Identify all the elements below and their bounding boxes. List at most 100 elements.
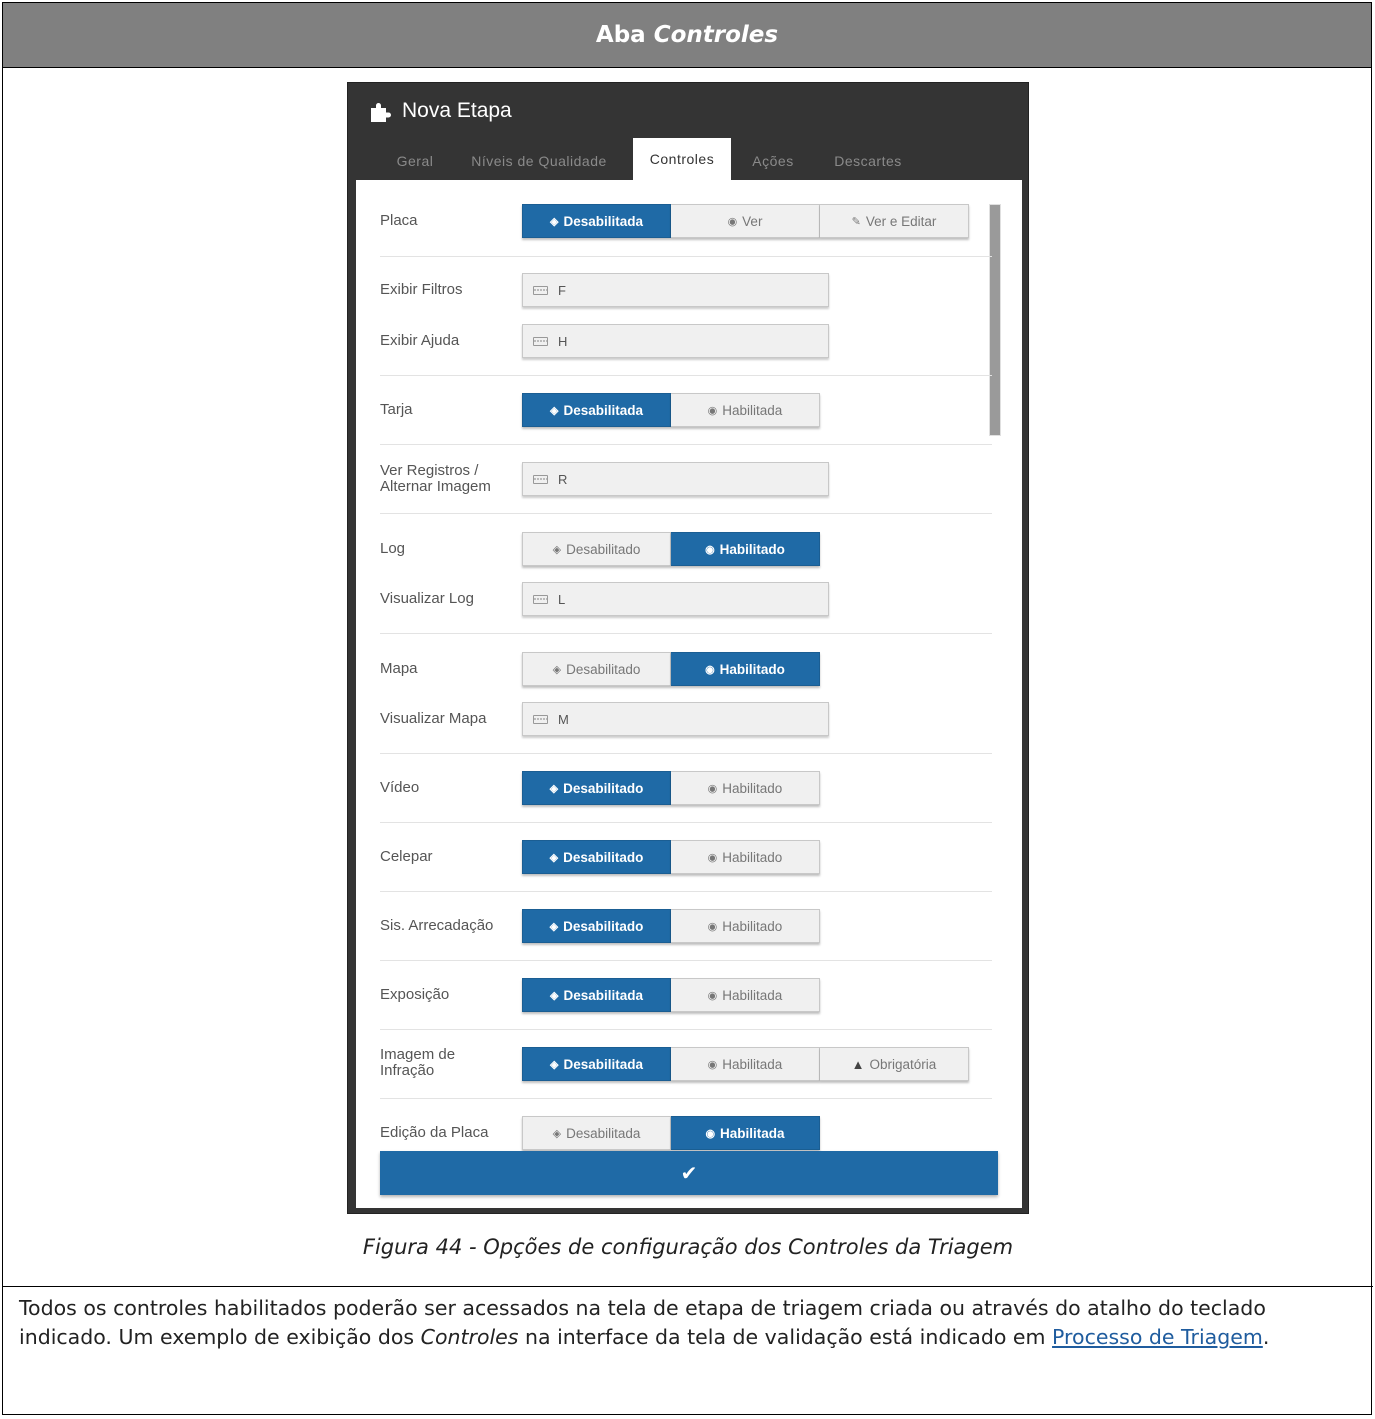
warning-icon: ▲ <box>851 1056 865 1072</box>
eye-icon: ◉ <box>705 1127 716 1140</box>
placa-option-ver-editar[interactable]: ✎ Ver e Editar <box>820 204 969 238</box>
divider <box>380 256 992 257</box>
divider <box>380 753 992 754</box>
keyboard-icon <box>533 474 548 484</box>
tab-descartes[interactable]: Descartes <box>820 138 916 180</box>
section-header: Aba Controles <box>3 3 1371 68</box>
celepar-label: Celepar <box>380 848 433 865</box>
mapa-option-habilitado[interactable]: ◉ Habilitado <box>671 652 820 686</box>
ver-registros-label: Ver Registros / Alternar Imagem <box>380 462 491 495</box>
celepar-toggle: ◈ Desabilitado ◉ Habilitado <box>522 840 820 874</box>
placa-option-desabilitada[interactable]: ◈ Desabilitada <box>522 204 671 238</box>
divider <box>380 375 992 376</box>
video-option-habilitado[interactable]: ◉ Habilitado <box>671 771 820 805</box>
controls-panel: Placa ◈ Desabilitada ◉ Ver ✎ Ver e Editar E… <box>356 180 1022 1208</box>
exibir-ajuda-shortcut-input[interactable]: H <box>522 324 829 358</box>
dialog-title: Nova Etapa <box>368 99 512 123</box>
imagem-infracao-toggle: ◈ Desabilitada ◉ Habilitada ▲ Obrigatória <box>522 1047 969 1081</box>
tab-geral[interactable]: Geral <box>370 138 460 180</box>
eye-icon: ◉ <box>707 1058 718 1071</box>
edicao-placa-label: Edição da Placa <box>380 1124 489 1141</box>
eye-slash-icon: ◈ <box>552 543 562 556</box>
exposicao-toggle: ◈ Desabilitada ◉ Habilitada <box>522 978 820 1012</box>
edicao-placa-toggle: ◈ Desabilitada ◉ Habilitada <box>522 1116 820 1150</box>
keyboard-icon <box>533 714 548 724</box>
exibir-filtros-shortcut-input[interactable]: F <box>522 273 829 307</box>
ver-registros-shortcut-input[interactable]: R <box>522 462 829 496</box>
tarja-toggle: ◈ Desabilitada ◉ Habilitada <box>522 393 820 427</box>
sis-arrecadacao-label: Sis. Arrecadação <box>380 917 494 934</box>
imagem-infracao-label: Imagem de Infração <box>380 1046 456 1079</box>
processo-triagem-link[interactable]: Processo de Triagem <box>1052 1325 1263 1349</box>
scrollbar-thumb[interactable] <box>990 205 1000 435</box>
divider <box>380 891 992 892</box>
tab-controles[interactable]: Controles <box>633 138 731 180</box>
visualizar-log-label: Visualizar Log <box>380 590 474 607</box>
divider <box>380 1029 992 1030</box>
exposicao-label: Exposição <box>380 986 450 1003</box>
exibir-ajuda-label: Exibir Ajuda <box>380 332 460 349</box>
exibir-filtros-label: Exibir Filtros <box>380 281 463 298</box>
eye-icon: ◉ <box>707 989 718 1002</box>
placa-option-ver[interactable]: ◉ Ver <box>671 204 820 238</box>
video-label: Vídeo <box>380 779 420 796</box>
puzzle-icon <box>371 103 391 122</box>
sis-arrecadacao-option-desabilitado[interactable]: ◈ Desabilitado <box>522 909 671 943</box>
log-label: Log <box>380 540 406 557</box>
eye-slash-icon: ◈ <box>550 215 559 228</box>
eye-slash-icon: ◈ <box>552 1127 562 1140</box>
video-option-desabilitado[interactable]: ◈ Desabilitado <box>522 771 671 805</box>
keyboard-icon <box>533 336 548 346</box>
divider <box>380 444 992 445</box>
visualizar-mapa-shortcut-input[interactable]: M <box>522 702 829 736</box>
sis-arrecadacao-option-habilitado[interactable]: ◉ Habilitado <box>671 909 820 943</box>
keyboard-icon <box>533 594 548 604</box>
video-toggle: ◈ Desabilitado ◉ Habilitado <box>522 771 820 805</box>
mapa-toggle: ◈ Desabilitado ◉ Habilitado <box>522 652 820 686</box>
visualizar-log-shortcut-input[interactable]: L <box>522 582 829 616</box>
tarja-option-habilitada[interactable]: ◉ Habilitada <box>671 393 820 427</box>
log-option-habilitado[interactable]: ◉ Habilitado <box>671 532 820 566</box>
figure-caption: Figura 44 - Opções de configuração dos C… <box>362 1235 1014 1259</box>
imagem-infracao-option-habilitada[interactable]: ◉ Habilitada <box>671 1047 820 1081</box>
eye-slash-icon: ◈ <box>549 782 559 795</box>
eye-slash-icon: ◈ <box>550 404 559 417</box>
mapa-option-desabilitado[interactable]: ◈ Desabilitado <box>522 652 671 686</box>
eye-slash-icon: ◈ <box>549 851 559 864</box>
sis-arrecadacao-toggle: ◈ Desabilitado ◉ Habilitado <box>522 909 820 943</box>
keyboard-icon <box>533 285 548 295</box>
edicao-placa-option-desabilitada[interactable]: ◈ Desabilitada <box>522 1116 671 1150</box>
check-icon: ✔ <box>680 1161 698 1185</box>
log-toggle: ◈ Desabilitado ◉ Habilitado <box>522 532 820 566</box>
exposicao-option-habilitada[interactable]: ◉ Habilitada <box>671 978 820 1012</box>
tab-bar: Geral Níveis de Qualidade Controles Açõe… <box>348 138 1028 180</box>
tarja-option-desabilitada[interactable]: ◈ Desabilitada <box>522 393 671 427</box>
celepar-option-desabilitado[interactable]: ◈ Desabilitado <box>522 840 671 874</box>
tab-niveis-qualidade[interactable]: Níveis de Qualidade <box>460 138 618 180</box>
eye-slash-icon: ◈ <box>550 1058 559 1071</box>
divider <box>380 513 992 514</box>
imagem-infracao-option-obrigatoria[interactable]: ▲ Obrigatória <box>820 1047 969 1081</box>
edicao-placa-option-habilitada[interactable]: ◉ Habilitada <box>671 1116 820 1150</box>
scrollbar[interactable] <box>989 204 1001 436</box>
eye-icon: ◉ <box>707 782 718 795</box>
mapa-label: Mapa <box>380 660 418 677</box>
imagem-infracao-option-desabilitada[interactable]: ◈ Desabilitada <box>522 1047 671 1081</box>
divider <box>380 960 992 961</box>
divider <box>380 822 992 823</box>
divider <box>3 1286 1373 1287</box>
tab-acoes[interactable]: Ações <box>741 138 805 180</box>
placa-toggle: ◈ Desabilitada ◉ Ver ✎ Ver e Editar <box>522 204 969 238</box>
exposicao-option-desabilitada[interactable]: ◈ Desabilitada <box>522 978 671 1012</box>
eye-slash-icon: ◈ <box>550 989 559 1002</box>
eye-icon: ◉ <box>707 920 718 933</box>
celepar-option-habilitado[interactable]: ◉ Habilitado <box>671 840 820 874</box>
eye-slash-icon: ◈ <box>552 663 562 676</box>
nova-etapa-dialog: Nova Etapa Geral Níveis de Qualidade Con… <box>347 82 1029 1214</box>
placa-label: Placa <box>380 212 418 229</box>
confirm-button[interactable]: ✔ <box>380 1151 998 1195</box>
document-table: Aba Controles Nova Etapa Geral Níveis de … <box>2 2 1373 1415</box>
divider <box>380 633 992 634</box>
pencil-icon: ✎ <box>851 215 861 228</box>
log-option-desabilitado[interactable]: ◈ Desabilitado <box>522 532 671 566</box>
